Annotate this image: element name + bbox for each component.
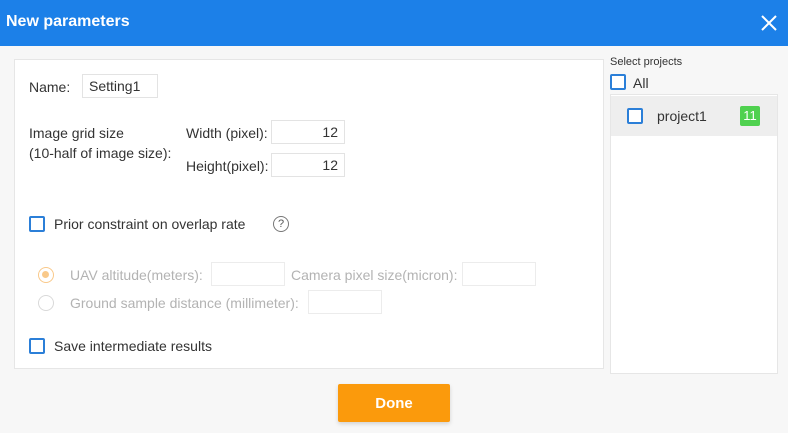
project-checkbox[interactable]: [627, 108, 643, 124]
select-all-checkbox[interactable]: [610, 74, 626, 90]
parameters-panel: [14, 59, 604, 369]
select-all-label: All: [633, 75, 649, 91]
width-input[interactable]: [271, 120, 345, 144]
name-label: Name:: [29, 79, 71, 95]
save-intermediate-checkbox[interactable]: [29, 338, 45, 354]
gsd-radio[interactable]: [38, 295, 54, 311]
prior-constraint-label: Prior constraint on overlap rate: [54, 216, 246, 232]
width-label: Width (pixel):: [186, 125, 268, 141]
project-count-badge: 11: [740, 106, 760, 126]
project-item[interactable]: project1 11: [611, 96, 777, 136]
projects-list: [610, 94, 778, 374]
select-projects-header: Select projects: [610, 56, 683, 68]
prior-constraint-checkbox[interactable]: [29, 216, 45, 232]
help-icon[interactable]: ?: [273, 216, 289, 232]
camera-pixel-label: Camera pixel size(micron):: [291, 267, 458, 283]
dialog-title: New parameters: [6, 13, 130, 30]
uav-altitude-label: UAV altitude(meters):: [70, 267, 203, 283]
height-input[interactable]: [271, 153, 345, 177]
camera-pixel-input[interactable]: [462, 262, 536, 286]
grid-size-sublabel: (10-half of image size):: [29, 145, 172, 161]
gsd-input[interactable]: [308, 290, 382, 314]
uav-altitude-input[interactable]: [211, 262, 285, 286]
done-button[interactable]: Done: [338, 384, 450, 422]
grid-size-label: Image grid size: [29, 125, 124, 141]
project-name: project1: [657, 108, 707, 124]
save-intermediate-label: Save intermediate results: [54, 338, 212, 354]
gsd-label: Ground sample distance (millimeter):: [70, 295, 299, 311]
uav-altitude-radio[interactable]: [38, 267, 54, 283]
name-input[interactable]: [82, 74, 158, 98]
title-bar: New parameters: [0, 0, 788, 46]
height-label: Height(pixel):: [186, 158, 269, 174]
close-icon[interactable]: [756, 10, 782, 36]
